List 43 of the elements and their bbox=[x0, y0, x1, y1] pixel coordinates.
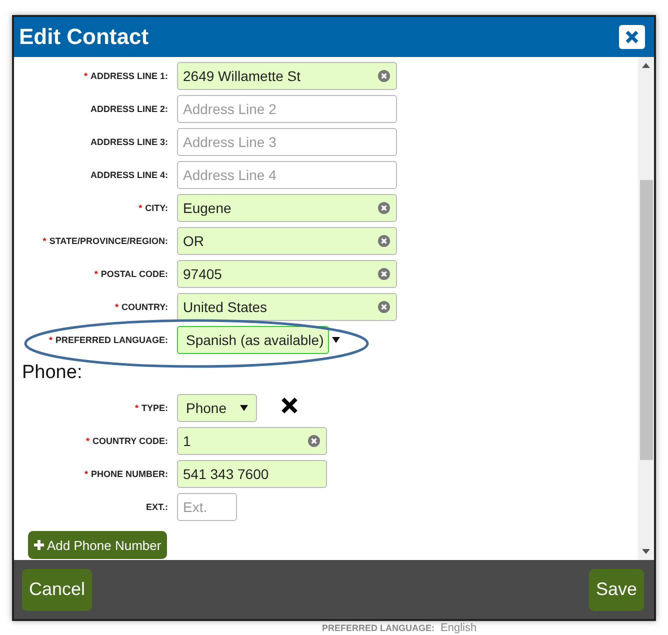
caret-icon bbox=[240, 405, 248, 411]
field-label: ADDRESS LINE 3: bbox=[89, 137, 168, 147]
clear-icon[interactable] bbox=[308, 435, 320, 447]
input-field[interactable]: 1 bbox=[177, 427, 327, 455]
clear-icon[interactable] bbox=[378, 268, 390, 280]
close-button[interactable] bbox=[619, 25, 645, 49]
scroll-up-icon[interactable] bbox=[642, 63, 650, 68]
caret-icon bbox=[332, 337, 340, 343]
input-field[interactable]: OR bbox=[177, 227, 397, 255]
close-icon bbox=[625, 30, 639, 44]
input-field[interactable]: 2649 Willamette St bbox=[177, 62, 397, 90]
field-label: * STATE/PROVINCE/REGION: bbox=[42, 236, 168, 246]
remove-icon[interactable] bbox=[281, 396, 298, 414]
scrollbar[interactable] bbox=[638, 57, 654, 560]
background-label: PREFERRED LANGUAGE: bbox=[322, 623, 435, 633]
clear-icon[interactable] bbox=[378, 235, 390, 247]
input-field[interactable]: United States bbox=[177, 293, 397, 321]
input-field[interactable]: 541 343 7600 bbox=[177, 460, 327, 488]
field-label: * PREFERRED LANGUAGE: bbox=[48, 335, 168, 345]
input-field[interactable]: 97405 bbox=[177, 260, 397, 288]
input-field[interactable]: Eugene bbox=[177, 194, 397, 222]
footer-button[interactable]: Cancel bbox=[22, 568, 92, 610]
background-value: English bbox=[440, 622, 477, 634]
field-label: * ADDRESS LINE 1: bbox=[82, 71, 168, 81]
dropdown[interactable]: Phone bbox=[177, 394, 257, 422]
field-label: ADDRESS LINE 2: bbox=[89, 104, 168, 114]
field-label: * COUNTRY CODE: bbox=[84, 436, 168, 446]
clear-icon[interactable] bbox=[378, 301, 390, 313]
field-label: * POSTAL CODE: bbox=[93, 269, 168, 279]
clear-icon[interactable] bbox=[378, 70, 390, 82]
plus-icon bbox=[34, 540, 44, 550]
footer-button[interactable]: Save bbox=[588, 568, 644, 610]
dialog-title: Edit Contact bbox=[19, 24, 149, 50]
field-label: * PHONE NUMBER: bbox=[83, 469, 168, 479]
add-phone-button[interactable]: Add Phone Number bbox=[28, 531, 168, 559]
field-label: * CITY: bbox=[138, 203, 168, 213]
section-heading: Phone: bbox=[22, 362, 84, 384]
clear-icon[interactable] bbox=[378, 202, 390, 214]
field-label: * COUNTRY: bbox=[114, 302, 168, 312]
scroll-down-icon[interactable] bbox=[642, 549, 650, 554]
field-label: ADDRESS LINE 4: bbox=[89, 170, 168, 180]
field-label: EXT.: bbox=[144, 502, 168, 512]
field-label: * TYPE: bbox=[134, 403, 168, 413]
